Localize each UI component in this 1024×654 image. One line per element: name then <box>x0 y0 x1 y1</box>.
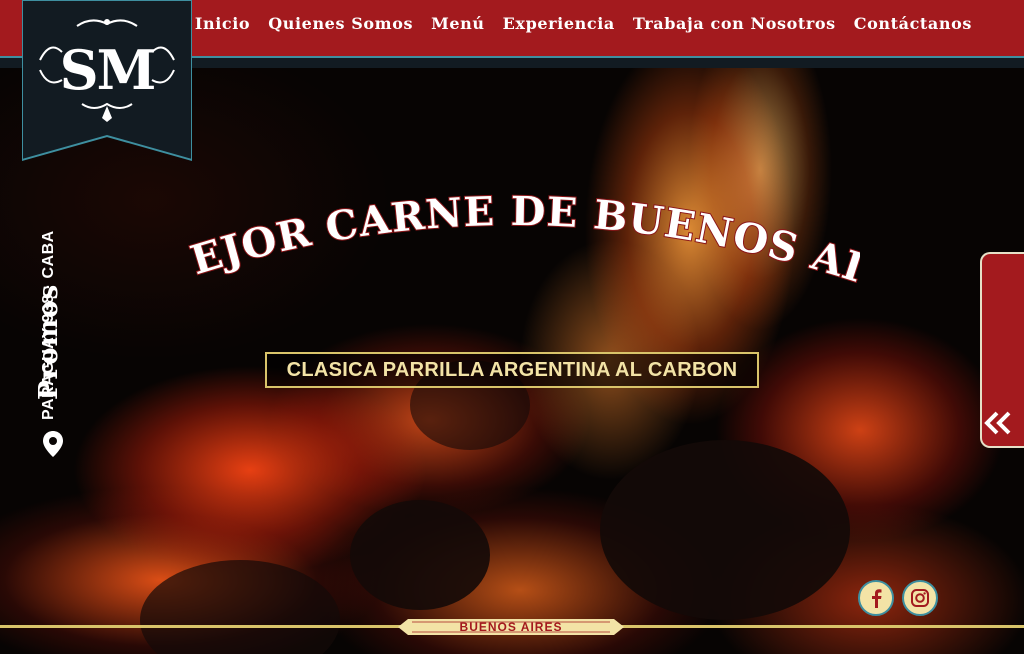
nav-menu[interactable]: Menú <box>431 14 485 33</box>
facebook-icon <box>872 589 882 608</box>
nav-quienes-somos[interactable]: Quienes Somos <box>268 14 413 33</box>
instagram-button[interactable] <box>902 580 938 616</box>
main-nav: Inicio Quienes Somos Menú Experiencia Tr… <box>195 14 972 33</box>
footer-badge-text: BUENOS AIRES <box>459 620 563 634</box>
headline: LA MEJOR CARNE DE BUENOS AIRES <box>160 150 860 293</box>
tagline: CLASICA PARRILLA ARGENTINA AL CARBON <box>265 352 759 388</box>
svg-text:LA MEJOR CARNE DE BUENOS AIRES: LA MEJOR CARNE DE BUENOS AIRES <box>160 150 860 292</box>
facebook-button[interactable] <box>858 580 894 616</box>
double-chevron-left-icon[interactable] <box>983 408 1013 438</box>
headline-text: LA MEJOR CARNE DE BUENOS AIRES <box>160 150 860 293</box>
logo-banner[interactable]: SM <box>21 0 193 172</box>
nav-contactanos[interactable]: Contáctanos <box>854 14 972 33</box>
logo-text: SM <box>59 38 157 102</box>
nav-inicio[interactable]: Inicio <box>195 14 250 33</box>
nav-trabaja[interactable]: Trabaja con Nosotros <box>633 14 836 33</box>
nav-experiencia[interactable]: Experiencia <box>503 14 615 33</box>
map-pin-icon <box>43 431 63 457</box>
promos-label[interactable]: Promos <box>34 250 64 400</box>
instagram-icon <box>911 589 929 607</box>
